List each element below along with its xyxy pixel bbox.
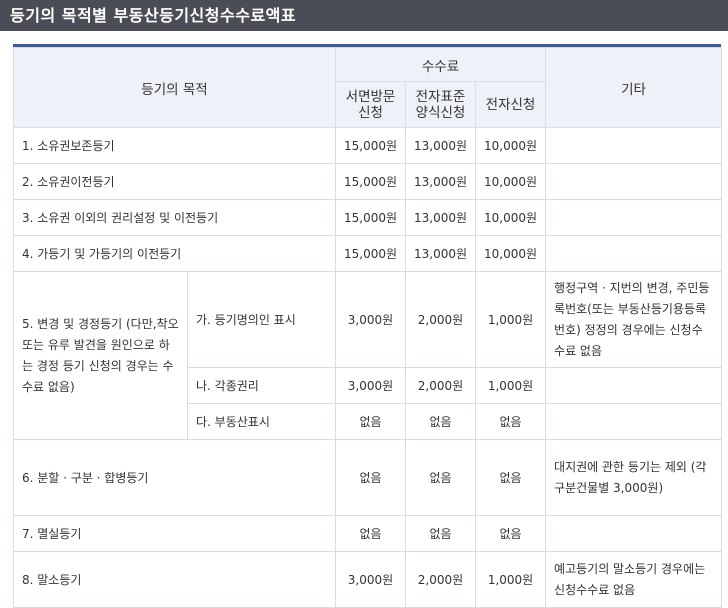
row-purpose: 5. 변경 및 경정등기 (다만,착오 또는 유루 발견을 원인으로 하는 경정… xyxy=(13,271,188,440)
row-standard-fee: 2,000원 xyxy=(405,367,476,404)
row-purpose: 4. 가등기 및 가등기의 이전등기 xyxy=(13,235,336,272)
row-other: 예고등기의 말소등기 경우에는 신청수수료 없음 xyxy=(545,551,723,608)
row-standard-fee: 없음 xyxy=(405,403,476,440)
row-standard-fee: 13,000원 xyxy=(405,127,476,164)
row-sub-purpose: 나. 각종권리 xyxy=(187,367,336,404)
row-electronic-fee: 10,000원 xyxy=(474,235,547,272)
row-electronic-fee: 없음 xyxy=(474,439,547,516)
row-other xyxy=(545,515,723,552)
row-other xyxy=(545,403,723,440)
row-standard-fee: 없음 xyxy=(405,515,476,552)
header-purpose: 등기의 목적 xyxy=(13,47,336,128)
row-standard-fee: 13,000원 xyxy=(405,199,476,236)
header-standard: 전자표준 양식신청 xyxy=(405,81,476,128)
header-electronic: 전자신청 xyxy=(474,81,547,128)
row-visit-fee: 15,000원 xyxy=(335,163,406,200)
row-electronic-fee: 10,000원 xyxy=(474,199,547,236)
row-standard-fee: 13,000원 xyxy=(405,235,476,272)
row-standard-fee: 2,000원 xyxy=(405,551,476,608)
table-row: 8. 말소등기 3,000원 2,000원 1,000원 예고등기의 말소등기 … xyxy=(13,551,723,608)
row-other xyxy=(545,163,723,200)
row-electronic-fee: 없음 xyxy=(474,403,547,440)
row-standard-fee: 13,000원 xyxy=(405,163,476,200)
row-other xyxy=(545,127,723,164)
row-purpose: 3. 소유권 이외의 권리설정 및 이전등기 xyxy=(13,199,336,236)
row-other: 대지권에 관한 등기는 제외 (각 구분건물별 3,000원) xyxy=(545,439,723,516)
row-electronic-fee: 1,000원 xyxy=(474,271,547,368)
table-row: 7. 멸실등기 없음 없음 없음 xyxy=(13,515,723,552)
row-purpose: 7. 멸실등기 xyxy=(13,515,336,552)
row-visit-fee: 3,000원 xyxy=(335,551,406,608)
page-title: 등기의 목적별 부동산등기신청수수료액표 xyxy=(0,0,728,31)
row-electronic-fee: 10,000원 xyxy=(474,127,547,164)
row-electronic-fee: 1,000원 xyxy=(474,551,547,608)
table-row: 2. 소유권이전등기 15,000원 13,000원 10,000원 xyxy=(13,163,723,200)
row-visit-fee: 15,000원 xyxy=(335,127,406,164)
row-electronic-fee: 1,000원 xyxy=(474,367,547,404)
row-standard-fee: 2,000원 xyxy=(405,271,476,368)
row-sub-purpose: 다. 부동산표시 xyxy=(187,403,336,440)
table-row: 5. 변경 및 경정등기 (다만,착오 또는 유루 발견을 원인으로 하는 경정… xyxy=(13,271,723,440)
row-visit-fee: 없음 xyxy=(335,515,406,552)
fee-table: 등기의 목적 수수료 기타 서면방문 신청 전자표준 양식신청 전자신청 1. … xyxy=(13,47,723,608)
row-electronic-fee: 10,000원 xyxy=(474,163,547,200)
row-purpose: 8. 말소등기 xyxy=(13,551,336,608)
table-row: 4. 가등기 및 가등기의 이전등기 15,000원 13,000원 10,00… xyxy=(13,235,723,272)
row-purpose: 2. 소유권이전등기 xyxy=(13,163,336,200)
row-other xyxy=(545,367,723,404)
row-visit-fee: 15,000원 xyxy=(335,199,406,236)
row-other xyxy=(545,235,723,272)
row-visit-fee: 3,000원 xyxy=(335,271,406,368)
header-other: 기타 xyxy=(545,47,723,128)
row-electronic-fee: 없음 xyxy=(474,515,547,552)
header-visit: 서면방문 신청 xyxy=(335,81,406,128)
row-other: 행정구역 · 지번의 변경, 주민등록번호(또는 부동산등기용등록번호) 정정의… xyxy=(545,271,723,368)
row-visit-fee: 15,000원 xyxy=(335,235,406,272)
row-visit-fee: 3,000원 xyxy=(335,367,406,404)
row-standard-fee: 없음 xyxy=(405,439,476,516)
row-visit-fee: 없음 xyxy=(335,403,406,440)
row-visit-fee: 없음 xyxy=(335,439,406,516)
table-row: 1. 소유권보존등기 15,000원 13,000원 10,000원 xyxy=(13,127,723,164)
row-purpose: 1. 소유권보존등기 xyxy=(13,127,336,164)
row-purpose: 6. 분할 · 구분 · 합병등기 xyxy=(13,439,336,516)
row-sub-purpose: 가. 등기명의인 표시 xyxy=(187,271,336,368)
row-other xyxy=(545,199,723,236)
table-row: 3. 소유권 이외의 권리설정 및 이전등기 15,000원 13,000원 1… xyxy=(13,199,723,236)
header-fee: 수수료 xyxy=(334,47,547,82)
table-row: 6. 분할 · 구분 · 합병등기 없음 없음 없음 대지권에 관한 등기는 제… xyxy=(13,439,723,516)
